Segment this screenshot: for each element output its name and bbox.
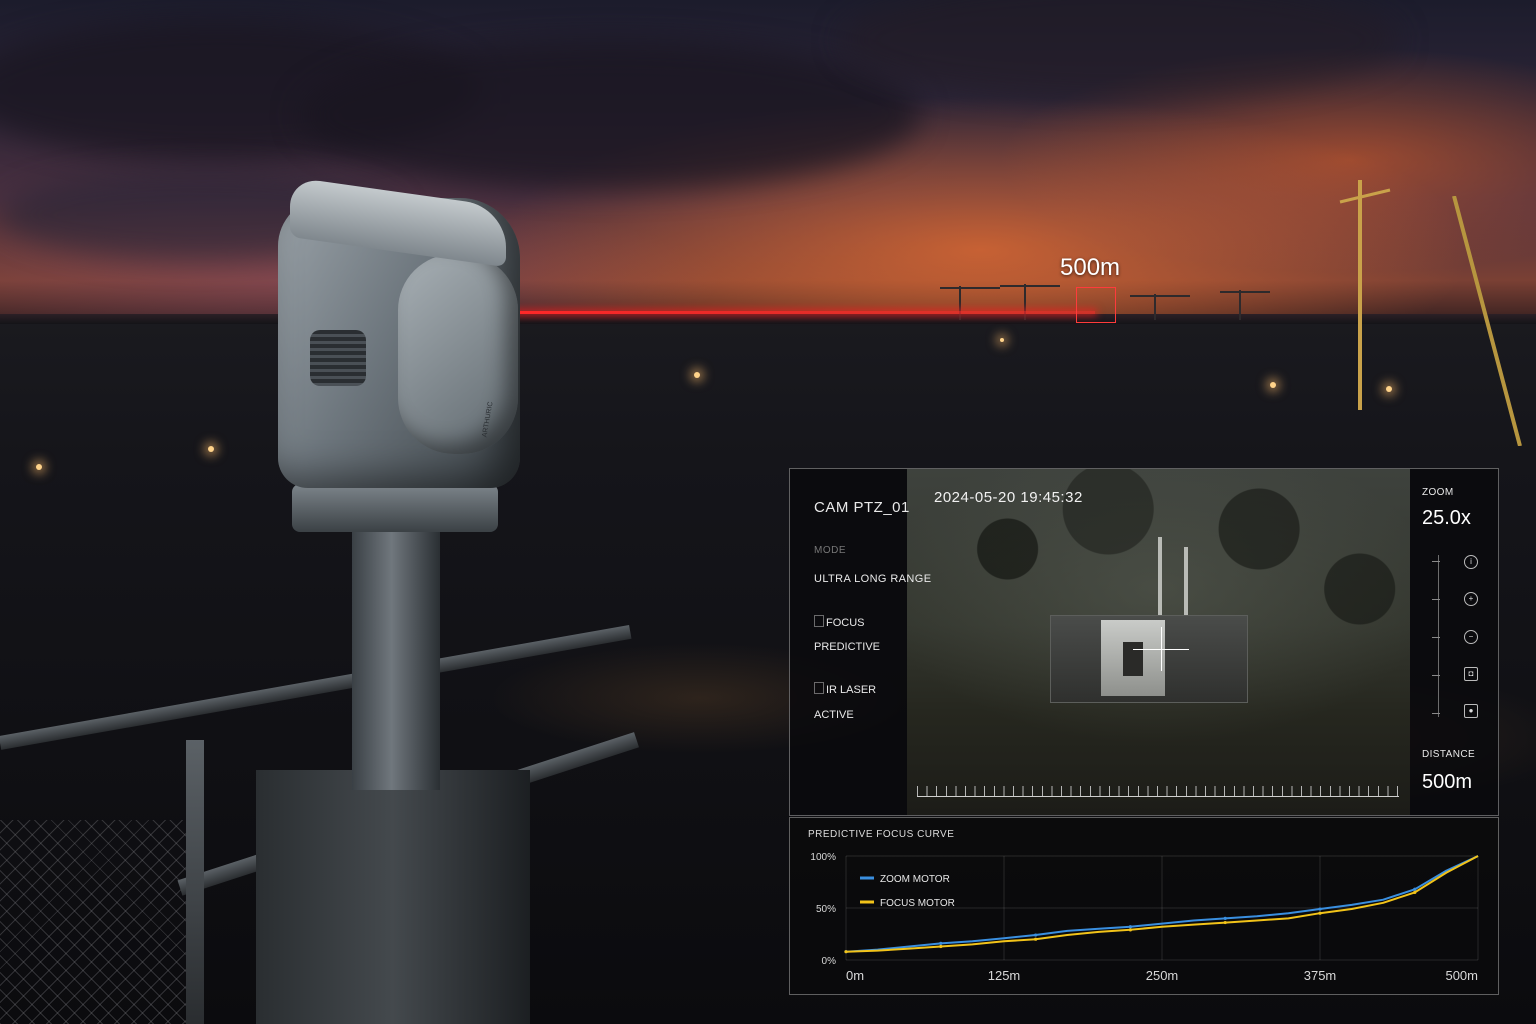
site-light bbox=[1270, 382, 1276, 388]
site-light bbox=[208, 446, 214, 452]
y-tick-label: 50% bbox=[816, 904, 836, 915]
focus-value: PREDICTIVE bbox=[814, 641, 881, 653]
data-point bbox=[844, 950, 848, 954]
target-marker bbox=[1076, 287, 1116, 323]
mode-label: MODE bbox=[814, 545, 846, 556]
camera-id: CAM PTZ_01 bbox=[814, 499, 910, 516]
x-tick-label: 250m bbox=[1146, 968, 1179, 983]
tower-crane bbox=[1339, 180, 1391, 410]
data-point bbox=[1223, 916, 1227, 920]
focus-label: FOCUS bbox=[814, 615, 865, 629]
camera-grille bbox=[310, 330, 366, 386]
mount-base bbox=[256, 770, 530, 1024]
antenna bbox=[1158, 537, 1162, 615]
tower-crane bbox=[1452, 196, 1522, 446]
site-cabin bbox=[1050, 615, 1248, 703]
laser-icon bbox=[814, 682, 824, 694]
timestamp: 2024-05-20 19:45:32 bbox=[934, 489, 1083, 506]
target-distance-label: 500m bbox=[1060, 254, 1121, 281]
info-icon[interactable]: i bbox=[1464, 555, 1478, 569]
y-tick-label: 100% bbox=[810, 852, 836, 863]
ptz-camera-side bbox=[398, 254, 518, 454]
distance-value: 500m bbox=[1422, 771, 1473, 793]
data-point bbox=[1128, 928, 1132, 932]
slider-tick bbox=[1432, 713, 1440, 714]
focus-curve-panel: PREDICTIVE FOCUS CURVE 0m 125m 250m 375m 500… bbox=[789, 817, 1499, 995]
cabin-panel bbox=[1101, 620, 1165, 696]
data-point bbox=[939, 941, 943, 945]
camera-feed-panel: CAM PTZ_01 2024-05-20 19:45:32 MODE ULTR… bbox=[789, 468, 1499, 816]
record-icon[interactable]: ● bbox=[1464, 704, 1478, 718]
railing-mesh bbox=[0, 820, 200, 1024]
distance-label: DISTANCE bbox=[1422, 749, 1476, 760]
slider-tick bbox=[1432, 599, 1440, 600]
ir-laser-value: ACTIVE bbox=[814, 709, 854, 721]
zoom-slider[interactable] bbox=[1438, 555, 1439, 717]
data-point bbox=[1413, 887, 1417, 891]
site-light bbox=[694, 372, 700, 378]
cabin-window bbox=[1123, 642, 1143, 676]
zoom-value: 25.0x bbox=[1422, 507, 1471, 529]
x-tick-label: 0m bbox=[846, 968, 864, 983]
laser-label-text: IR LASER bbox=[826, 684, 877, 696]
y-tick-label: 0% bbox=[822, 956, 837, 967]
data-point bbox=[1034, 933, 1038, 937]
site-light bbox=[1000, 338, 1004, 342]
slider-tick bbox=[1432, 637, 1440, 638]
focus-icon bbox=[814, 615, 824, 627]
site-light bbox=[36, 464, 42, 470]
focus-curve-chart: 0m 125m 250m 375m 500m 0% 50% 100% ZOOM MOTOR FOC… bbox=[810, 852, 1479, 983]
zoom-label: ZOOM bbox=[1422, 487, 1454, 498]
data-point bbox=[1413, 890, 1417, 894]
cloud bbox=[300, 40, 920, 190]
data-point bbox=[939, 944, 943, 949]
focus-label-text: FOCUS bbox=[826, 617, 865, 629]
mode-value: ULTRA LONG RANGE bbox=[814, 573, 932, 585]
antenna bbox=[1184, 547, 1188, 615]
camera-pole bbox=[352, 530, 440, 790]
range-scale-ruler bbox=[917, 786, 1399, 797]
railing-post bbox=[186, 740, 204, 1024]
ir-laser-beam bbox=[515, 311, 1095, 314]
data-point bbox=[1318, 911, 1322, 915]
zoomed-video-feed[interactable] bbox=[907, 469, 1410, 815]
legend-label: ZOOM MOTOR bbox=[880, 874, 950, 885]
crosshair-vertical bbox=[1161, 627, 1162, 671]
data-point bbox=[1034, 937, 1038, 941]
horizon bbox=[0, 314, 1536, 324]
data-point bbox=[1318, 907, 1322, 911]
camera-icon[interactable]: ◘ bbox=[1464, 667, 1478, 681]
plus-icon[interactable]: + bbox=[1464, 592, 1478, 606]
data-point bbox=[1128, 925, 1132, 929]
minus-icon[interactable]: − bbox=[1464, 630, 1478, 644]
legend-label: FOCUS MOTOR bbox=[880, 898, 955, 909]
slider-tick bbox=[1432, 675, 1440, 676]
camera-mount bbox=[292, 484, 498, 532]
x-tick-label: 500m bbox=[1445, 968, 1478, 983]
x-tick-label: 375m bbox=[1304, 968, 1337, 983]
x-tick-label: 125m bbox=[988, 968, 1021, 983]
data-point bbox=[1223, 920, 1227, 925]
ir-laser-label: IR LASER bbox=[814, 682, 876, 696]
slider-tick bbox=[1432, 561, 1440, 562]
